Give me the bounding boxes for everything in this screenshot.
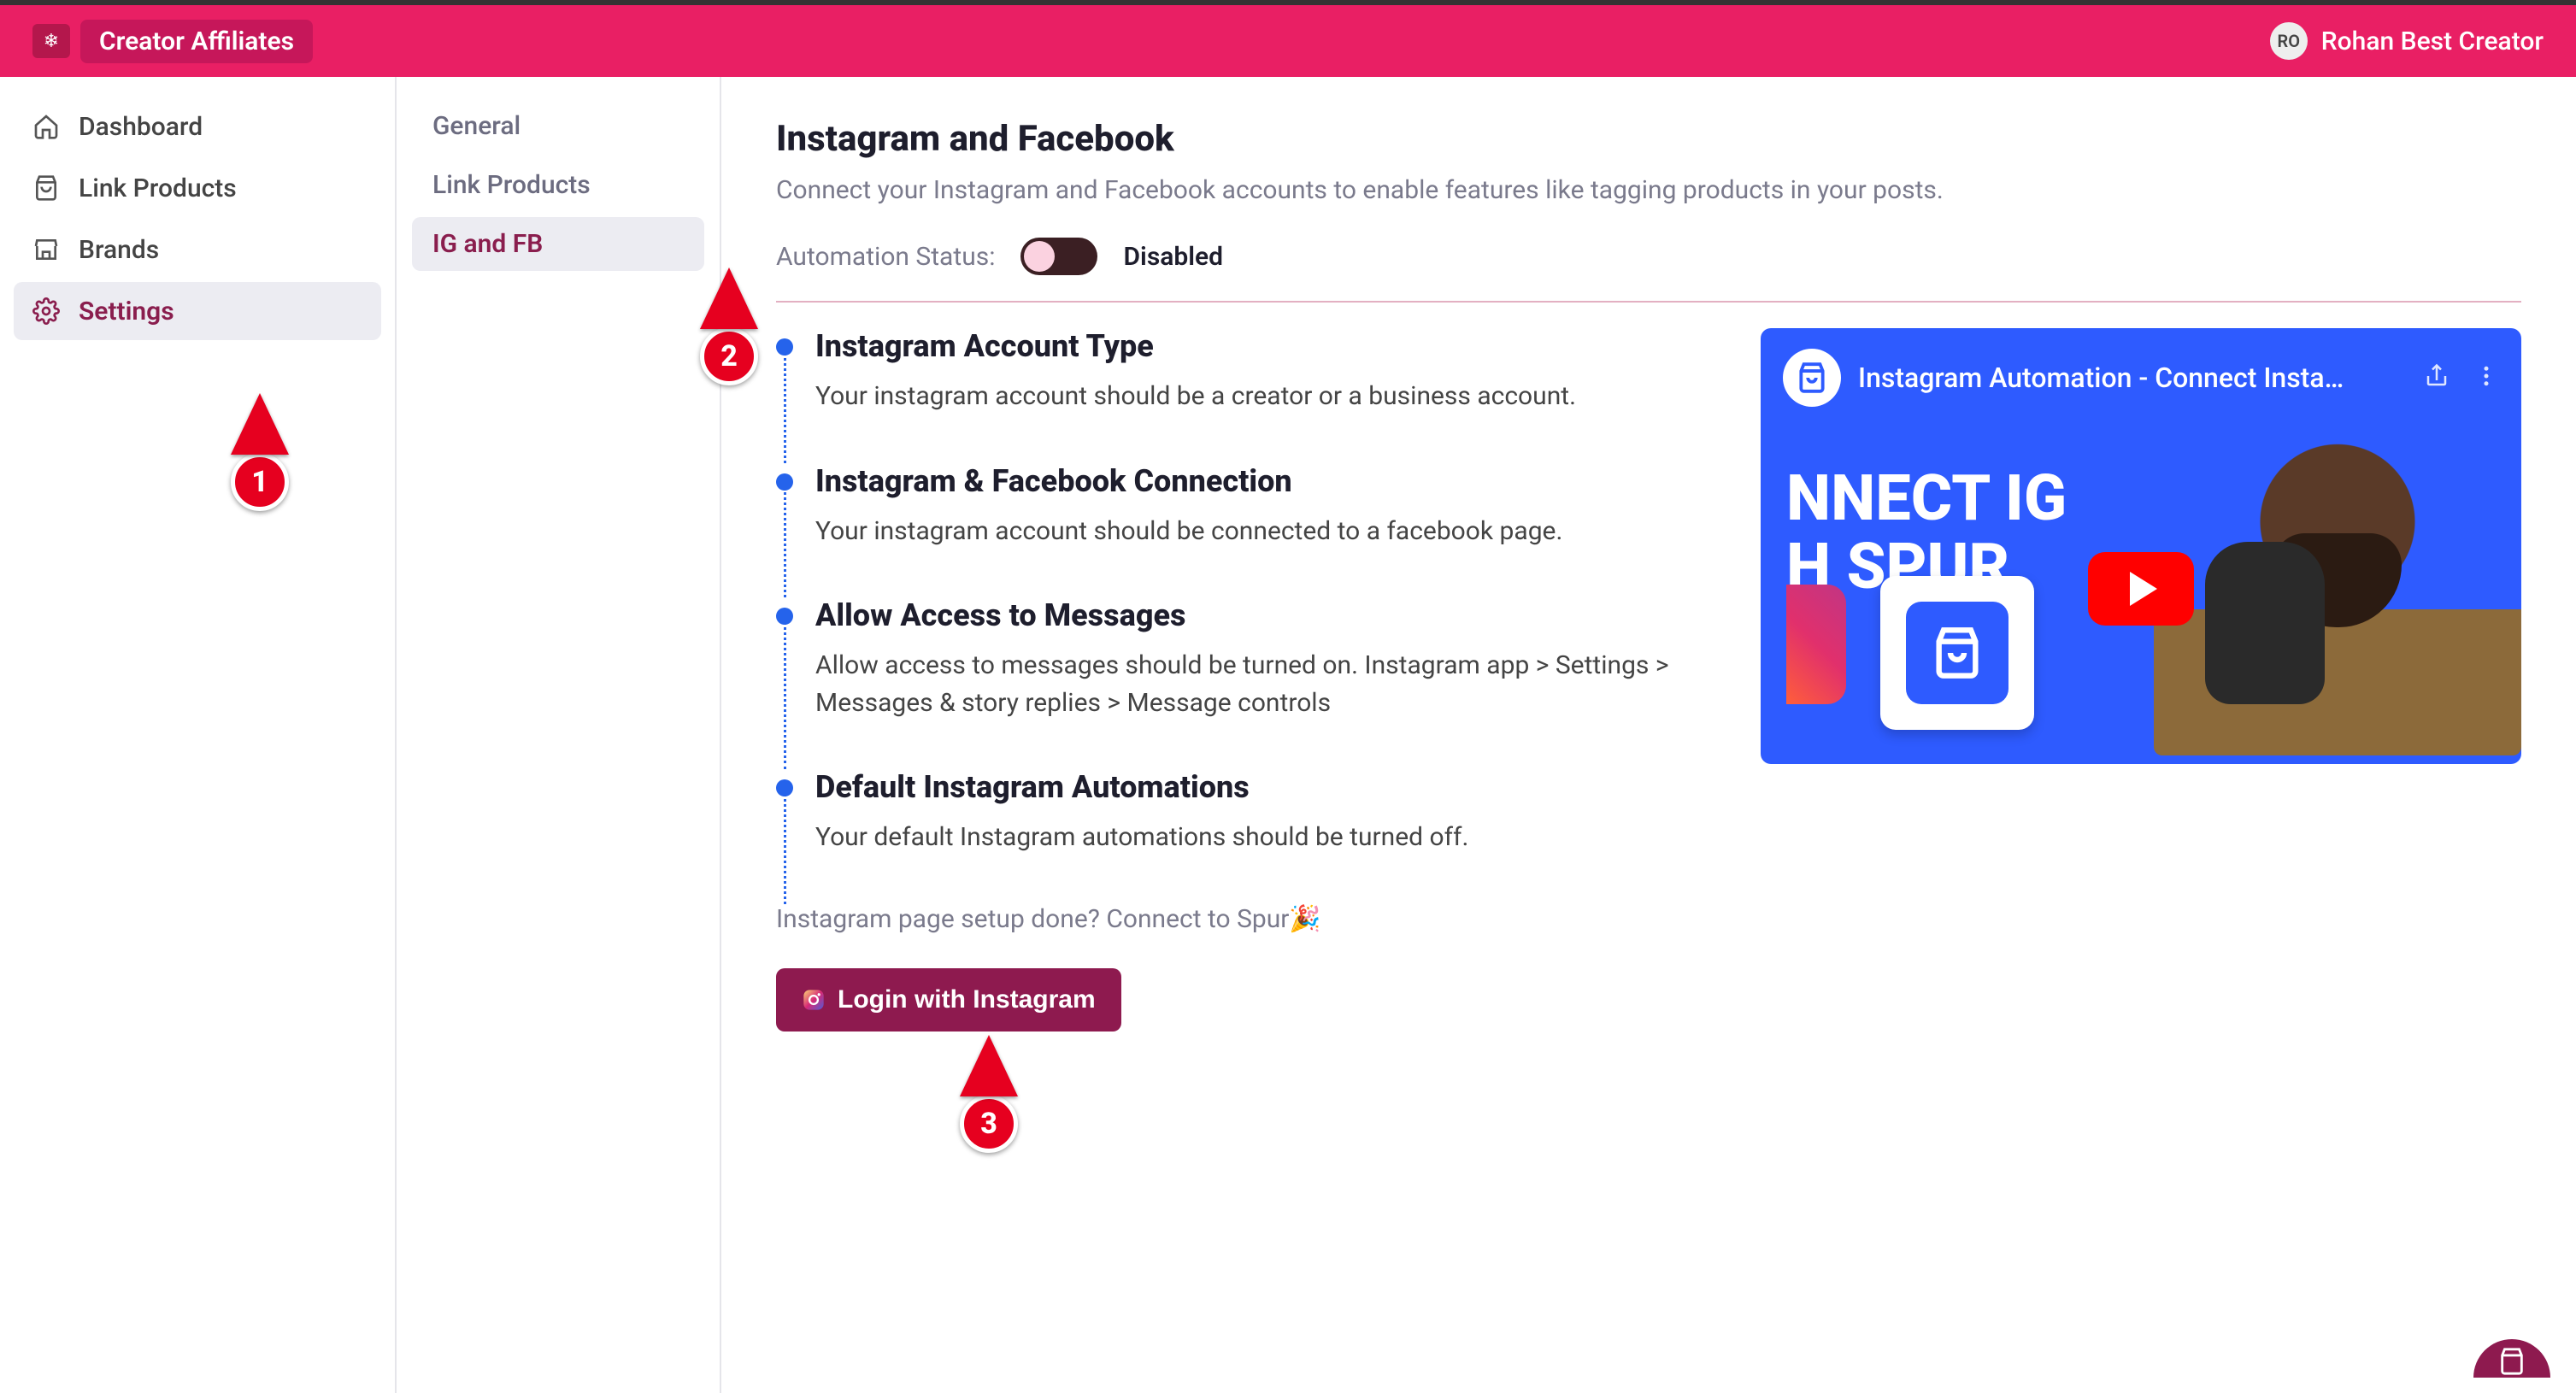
- brand-icon[interactable]: ❄: [32, 24, 70, 58]
- snowflake-icon: ❄: [44, 31, 59, 52]
- sidebar-item-label: Settings: [79, 297, 174, 326]
- step-desc: Your instagram account should be connect…: [815, 513, 1718, 550]
- secondary-sidebar: General Link Products IG and FB 2: [397, 77, 721, 1393]
- step-desc: Your instagram account should be a creat…: [815, 378, 1718, 415]
- step-row: Instagram Account Type Your instagram ac…: [776, 328, 1718, 415]
- annotation-marker-1: 1: [231, 393, 289, 511]
- page-subtitle: Connect your Instagram and Facebook acco…: [776, 175, 2521, 205]
- step-row: Allow Access to Messages Allow access to…: [776, 597, 1718, 721]
- step-bullet-icon: [776, 608, 793, 625]
- content-pane: Instagram and Facebook Connect your Inst…: [721, 77, 2576, 1393]
- sidebar-item-settings[interactable]: Settings: [14, 282, 381, 340]
- video-title: Instagram Automation - Connect Insta…: [1858, 361, 2407, 394]
- step-bullet-icon: [776, 473, 793, 491]
- user-menu[interactable]: RO Rohan Best Creator: [2270, 22, 2544, 60]
- microphone-icon: [2205, 542, 2325, 704]
- play-icon: [2130, 572, 2157, 606]
- video-channel-avatar: [1783, 349, 1841, 407]
- sidebar-item-label: Link Products: [79, 173, 237, 203]
- toggle-knob: [1024, 241, 1055, 272]
- step-title: Default Instagram Automations: [815, 769, 1718, 805]
- bag-card: [1880, 576, 2034, 730]
- sidebar-item-label: Dashboard: [79, 112, 203, 142]
- login-button-label: Login with Instagram: [838, 985, 1096, 1014]
- brand-badge[interactable]: Creator Affiliates: [80, 20, 313, 63]
- sub-item-general[interactable]: General: [412, 99, 704, 153]
- setup-done-prompt: Instagram page setup done? Connect to Sp…: [776, 904, 1718, 934]
- tutorial-video-card[interactable]: Instagram Automation - Connect Insta…: [1761, 328, 2521, 764]
- annotation-marker-3: 3: [960, 1035, 1018, 1153]
- step-bullet-icon: [776, 779, 793, 796]
- instagram-gradient-icon: [1786, 585, 1846, 704]
- step-bullet-icon: [776, 338, 793, 356]
- sub-item-link-products[interactable]: Link Products: [412, 158, 704, 212]
- share-icon[interactable]: [2424, 363, 2450, 392]
- step-title: Allow Access to Messages: [815, 597, 1718, 633]
- automation-status-label: Automation Status:: [776, 242, 995, 272]
- step-desc: Your default Instagram automations shoul…: [815, 819, 1718, 856]
- sidebar-item-dashboard[interactable]: Dashboard: [14, 97, 381, 156]
- instagram-icon: [802, 988, 826, 1012]
- play-button[interactable]: [2088, 552, 2194, 626]
- avatar: RO: [2270, 22, 2308, 60]
- step-title: Instagram Account Type: [815, 328, 1718, 364]
- store-icon: [31, 234, 62, 265]
- primary-sidebar: Dashboard Link Products Brands Settings …: [0, 77, 397, 1393]
- sidebar-item-label: Brands: [79, 235, 159, 265]
- step-desc: Allow access to messages should be turne…: [815, 647, 1718, 721]
- sidebar-item-link-products[interactable]: Link Products: [14, 159, 381, 217]
- step-row: Default Instagram Automations Your defau…: [776, 769, 1718, 856]
- login-with-instagram-button[interactable]: Login with Instagram: [776, 968, 1121, 1032]
- automation-status-value: Disabled: [1123, 242, 1223, 272]
- sidebar-item-brands[interactable]: Brands: [14, 220, 381, 279]
- step-row: Instagram & Facebook Connection Your ins…: [776, 463, 1718, 550]
- home-icon: [31, 111, 62, 142]
- sub-item-ig-fb[interactable]: IG and FB: [412, 217, 704, 271]
- gear-icon: [31, 296, 62, 326]
- bag-icon: [31, 173, 62, 203]
- divider: [776, 301, 2521, 303]
- top-bar: ❄ Creator Affiliates RO Rohan Best Creat…: [0, 5, 2576, 77]
- page-title: Instagram and Facebook: [776, 118, 2521, 160]
- user-name-label: Rohan Best Creator: [2321, 26, 2544, 56]
- automation-toggle[interactable]: [1020, 238, 1097, 275]
- more-vert-icon[interactable]: [2473, 363, 2499, 392]
- step-title: Instagram & Facebook Connection: [815, 463, 1718, 499]
